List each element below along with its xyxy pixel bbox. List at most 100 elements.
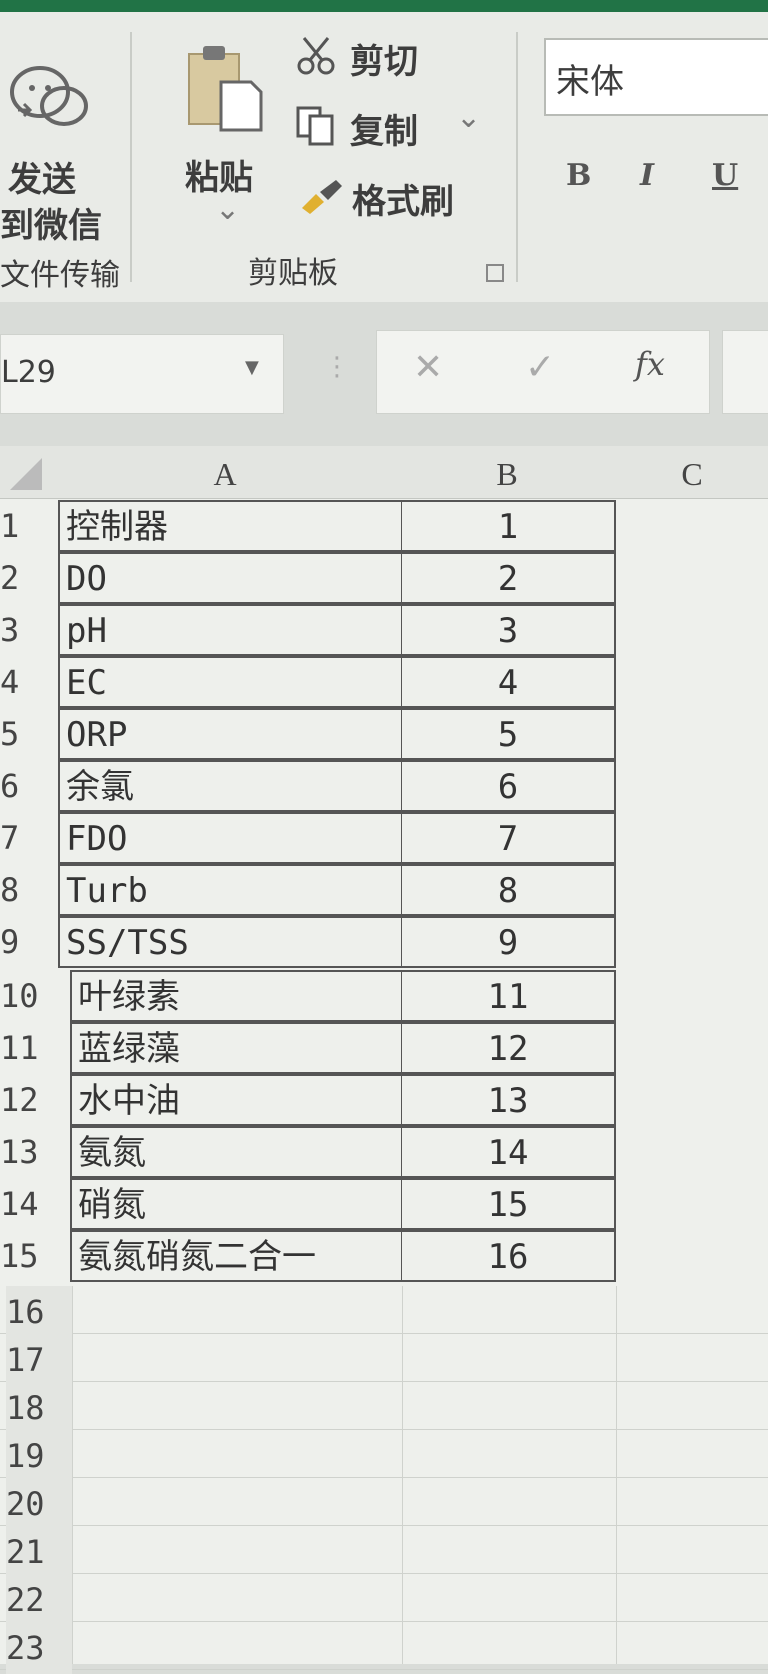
italic-button[interactable]: I [640, 158, 654, 193]
cut-label: 剪切 [350, 42, 418, 82]
gridline [0, 1573, 768, 1574]
row-number[interactable]: 21 [6, 1526, 72, 1578]
gridline [616, 1286, 617, 1664]
cell-b[interactable]: 14 [402, 1126, 616, 1178]
cell-b[interactable]: 13 [402, 1074, 616, 1126]
paste-dropdown-icon[interactable]: ⌄ [215, 192, 240, 227]
scissors-icon [297, 37, 335, 75]
clipboard-dialog-launcher-icon[interactable] [486, 264, 504, 282]
font-name-box[interactable]: 宋体 [544, 38, 768, 116]
cell-a[interactable]: 硝氮 [70, 1178, 402, 1230]
brush-icon [302, 180, 342, 214]
copy-button[interactable]: 复制 ⌄ [296, 100, 486, 152]
send-label-line1: 发送 [8, 160, 76, 200]
cell-b[interactable]: 9 [402, 916, 616, 968]
paste-button[interactable]: 粘贴 ⌄ [175, 32, 275, 232]
row-number[interactable]: 2 [0, 552, 60, 604]
row-number[interactable]: 18 [6, 1382, 72, 1434]
row-number[interactable]: 23 [6, 1622, 72, 1674]
cell-a[interactable]: DO [58, 552, 402, 604]
cell-b[interactable]: 3 [402, 604, 616, 656]
cell-a[interactable]: 叶绿素 [70, 970, 402, 1022]
cell-b[interactable]: 4 [402, 656, 616, 708]
gridline [0, 1525, 768, 1526]
row-number[interactable]: 16 [6, 1286, 72, 1338]
gridline [0, 1477, 768, 1478]
bold-button[interactable]: B [566, 158, 591, 193]
wechat-icon [10, 66, 88, 126]
file-transfer-group-label: 文件传输 [0, 258, 120, 293]
cell-a[interactable]: EC [58, 656, 402, 708]
cell-b[interactable]: 16 [402, 1230, 616, 1282]
row-number[interactable]: 5 [0, 708, 60, 760]
formula-input[interactable] [722, 330, 768, 414]
gridline [0, 1429, 768, 1430]
name-box-value: L29 [1, 355, 56, 390]
cell-b[interactable]: 2 [402, 552, 616, 604]
column-header-b[interactable]: B [398, 446, 616, 499]
row-number[interactable]: 6 [0, 760, 60, 812]
clipboard-group-label: 剪贴板 [248, 256, 338, 291]
select-all-triangle-icon [10, 458, 42, 490]
column-header-a[interactable]: A [52, 446, 398, 499]
row-number[interactable]: 4 [0, 656, 60, 708]
gridline [402, 1286, 403, 1664]
gridline [0, 1621, 768, 1622]
row-number[interactable]: 19 [6, 1430, 72, 1482]
cell-b[interactable]: 8 [402, 864, 616, 916]
cell-b[interactable]: 6 [402, 760, 616, 812]
column-header-c[interactable]: C [616, 446, 768, 499]
row-number[interactable]: 12 [0, 1074, 60, 1126]
cell-a[interactable]: 氨氮硝氮二合一 [70, 1230, 402, 1282]
row-number[interactable]: 13 [0, 1126, 60, 1178]
formula-bar-grip-icon: ⋮ [324, 352, 350, 382]
format-painter-label: 格式刷 [352, 182, 454, 222]
cell-b[interactable]: 12 [402, 1022, 616, 1074]
cell-a[interactable]: SS/TSS [58, 916, 402, 968]
cell-a[interactable]: 氨氮 [70, 1126, 402, 1178]
row-number[interactable]: 7 [0, 812, 60, 864]
row-number[interactable]: 22 [6, 1574, 72, 1626]
cell-a[interactable]: FDO [58, 812, 402, 864]
copy-dropdown-icon[interactable]: ⌄ [456, 100, 481, 135]
row-number[interactable]: 11 [0, 1022, 60, 1074]
cancel-icon[interactable]: ✕ [413, 347, 443, 388]
gridline [0, 1333, 768, 1334]
gridline [72, 1286, 73, 1664]
row-number[interactable]: 15 [0, 1230, 60, 1282]
name-box-dropdown-icon[interactable]: ▼ [245, 357, 259, 378]
cell-b[interactable]: 15 [402, 1178, 616, 1230]
row-number[interactable]: 9 [0, 916, 60, 968]
row-number[interactable]: 17 [6, 1334, 72, 1386]
select-all-corner[interactable] [0, 446, 52, 499]
insert-function-icon[interactable]: fx [635, 345, 665, 383]
cell-a[interactable]: ORP [58, 708, 402, 760]
cell-b[interactable]: 5 [402, 708, 616, 760]
send-label-line2: 到微信 [0, 206, 102, 246]
row-number[interactable]: 8 [0, 864, 60, 916]
gridline [0, 1669, 768, 1670]
row-number[interactable]: 1 [0, 500, 60, 552]
send-to-wechat-button[interactable]: 发送 到微信 [0, 32, 120, 246]
formula-buttons: ✕ ✓ fx [376, 330, 710, 414]
cell-b[interactable]: 1 [402, 500, 616, 552]
cut-button[interactable]: 剪切 [296, 30, 466, 82]
row-number[interactable]: 3 [0, 604, 60, 656]
cell-a[interactable]: Turb [58, 864, 402, 916]
clipboard-icon [188, 46, 263, 132]
row-number[interactable]: 10 [0, 970, 60, 1022]
cell-a[interactable]: 水中油 [70, 1074, 402, 1126]
cell-b[interactable]: 7 [402, 812, 616, 864]
row-number[interactable]: 20 [6, 1478, 72, 1530]
cell-a[interactable]: 余氯 [58, 760, 402, 812]
cell-b[interactable]: 11 [402, 970, 616, 1022]
format-painter-button[interactable]: 格式刷 [300, 170, 480, 222]
cell-a[interactable]: pH [58, 604, 402, 656]
enter-icon[interactable]: ✓ [525, 347, 555, 388]
cell-a[interactable]: 控制器 [58, 500, 402, 552]
row-number[interactable]: 14 [0, 1178, 60, 1230]
name-box[interactable]: L29 ▼ [0, 334, 284, 414]
cell-a[interactable]: 蓝绿藻 [70, 1022, 402, 1074]
underline-button[interactable]: U [712, 158, 738, 193]
gridline [0, 1381, 768, 1382]
